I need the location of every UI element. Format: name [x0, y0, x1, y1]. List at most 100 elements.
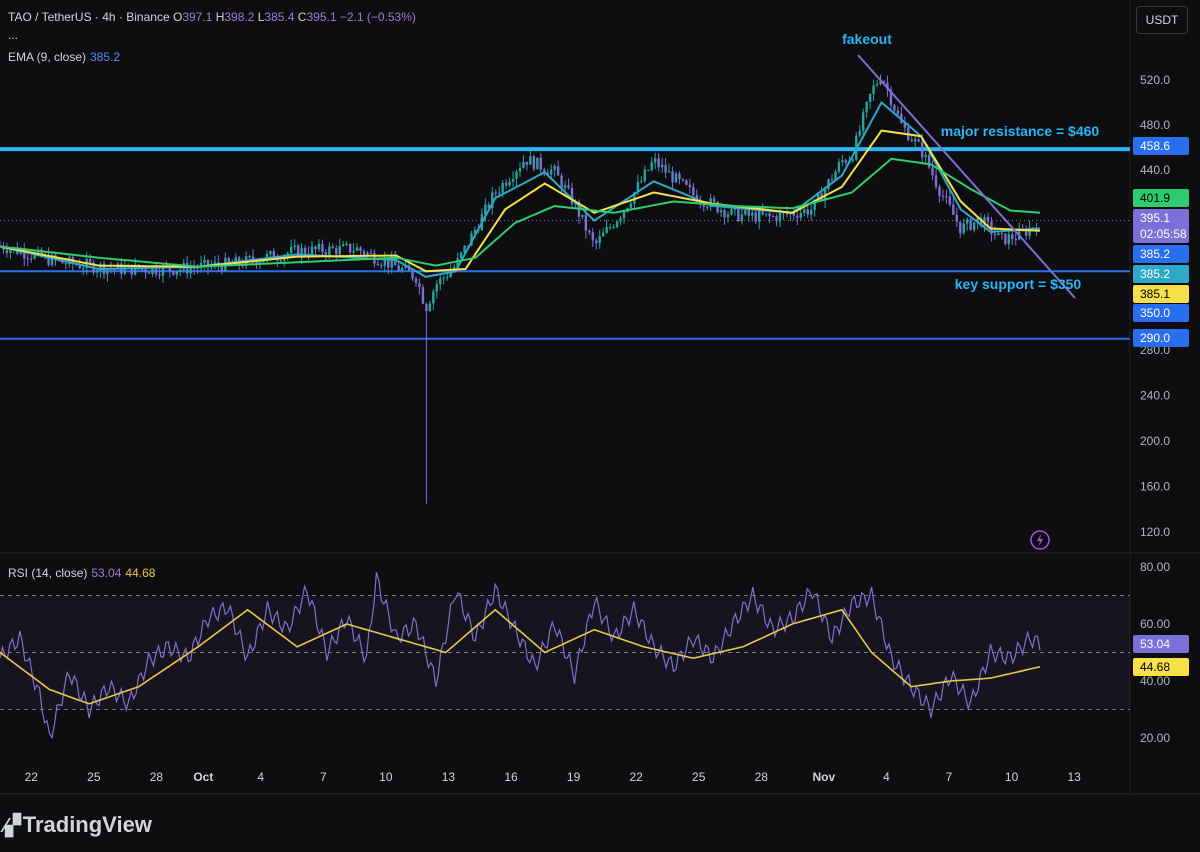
- x-tick-label: 7: [946, 770, 953, 784]
- candle-body: [352, 250, 355, 253]
- candle-body: [712, 198, 716, 202]
- price-label-text: 401.9: [1140, 191, 1170, 205]
- candle-body: [920, 141, 924, 158]
- candle-body: [439, 278, 442, 285]
- candle-body: [723, 210, 726, 218]
- candle-body: [567, 185, 570, 188]
- x-tick-label: 10: [379, 770, 393, 784]
- symbol-title[interactable]: TAO / TetherUS · 4h · Binance: [8, 10, 170, 24]
- candle-body: [744, 210, 747, 215]
- candle-body: [504, 182, 508, 186]
- candle-body: [934, 175, 938, 187]
- candle-body: [338, 245, 341, 255]
- candle-body: [1004, 233, 1007, 244]
- candle-body: [643, 169, 646, 182]
- candle-body: [955, 214, 958, 222]
- candle-body: [501, 182, 504, 193]
- y-tick-label: 480.0: [1140, 118, 1170, 132]
- candle-body: [369, 252, 373, 254]
- candle-body: [498, 192, 501, 194]
- candle-body: [529, 156, 532, 165]
- candle-body: [459, 252, 463, 259]
- candle-body: [303, 247, 307, 254]
- annotation-label[interactable]: key support = $350: [955, 276, 1082, 292]
- y-tick-label: 520.0: [1140, 73, 1170, 87]
- candle-body: [522, 161, 525, 168]
- candle-body: [837, 162, 841, 172]
- tradingview-mark-icon: ⁄▞: [4, 814, 21, 837]
- rsi-label: RSI (14, close): [8, 566, 88, 580]
- x-tick-label: 10: [1005, 770, 1019, 784]
- price-label-text: 385.1: [1140, 287, 1170, 301]
- ema-legend[interactable]: EMA (9, close) 385.2: [8, 50, 120, 64]
- candle-body: [192, 267, 196, 269]
- candle-body: [629, 203, 633, 209]
- candle-body: [553, 166, 556, 170]
- candle-body: [421, 287, 425, 304]
- x-tick-label: 22: [629, 770, 643, 784]
- candle-body: [664, 164, 667, 173]
- candle-body: [317, 243, 321, 250]
- candle-body: [650, 162, 653, 171]
- candle-body: [608, 227, 612, 229]
- ema-value: 385.2: [90, 50, 121, 64]
- candle-body: [598, 236, 601, 244]
- candle-body: [380, 265, 383, 267]
- symbol-legend[interactable]: TAO / TetherUS · 4h · Binance O397.1 H39…: [8, 10, 416, 24]
- candle-body: [730, 209, 733, 215]
- candle-body: [179, 269, 182, 272]
- candle-body: [754, 212, 757, 222]
- candle-body: [872, 85, 875, 94]
- candle-body: [446, 277, 449, 279]
- candle-body: [647, 169, 650, 171]
- x-tick-label: 13: [442, 770, 456, 784]
- candle-body: [1014, 239, 1017, 241]
- candle-body: [844, 160, 848, 163]
- candle-body: [927, 155, 931, 168]
- candle-body: [657, 158, 660, 168]
- x-tick-label: 25: [692, 770, 706, 784]
- annotation-label[interactable]: major resistance = $460: [941, 123, 1100, 139]
- candle-body: [692, 187, 695, 196]
- candle-body: [726, 214, 730, 218]
- price-label-text: 290.0: [1140, 331, 1170, 345]
- currency-button[interactable]: USDT: [1136, 6, 1188, 34]
- candle-body: [893, 105, 896, 111]
- candle-body: [868, 93, 872, 102]
- candle-body: [172, 270, 175, 275]
- x-tick-label: 4: [883, 770, 890, 784]
- tradingview-logo[interactable]: ⁄▞ TradingView: [4, 812, 152, 838]
- candle-body: [144, 269, 147, 273]
- candle-body: [560, 175, 563, 189]
- candle-body: [619, 218, 622, 222]
- candle-body: [276, 259, 279, 261]
- candle-body: [858, 130, 861, 136]
- candle-body: [158, 274, 161, 276]
- chart-canvas: 22 25 28 Oct 4 7 10 13 16 19 22 25 28 Nov 4 7 10 13 520.0 4…: [0, 0, 1200, 852]
- candle-body: [758, 210, 761, 222]
- candle-body: [685, 180, 688, 185]
- candle-body: [875, 83, 879, 86]
- annotation-label[interactable]: fakeout: [842, 31, 892, 47]
- candle-body: [324, 252, 328, 255]
- candle-body: [366, 252, 369, 255]
- candle-body: [359, 247, 362, 252]
- candle-body: [362, 251, 366, 255]
- candle-body: [1007, 234, 1010, 244]
- candle-body: [931, 167, 934, 176]
- candle-body: [997, 233, 1000, 236]
- x-tick-label: 19: [567, 770, 581, 784]
- rsi-legend[interactable]: RSI (14, close) 53.04 44.68: [8, 566, 155, 580]
- candle-body: [751, 212, 754, 216]
- candle-body: [248, 256, 251, 258]
- candle-body: [435, 284, 438, 292]
- candle-body: [910, 140, 913, 142]
- candle-body: [959, 221, 962, 234]
- x-tick-label: 7: [320, 770, 327, 784]
- more-indicators-button[interactable]: ...: [8, 28, 18, 42]
- candle-body: [674, 173, 678, 183]
- candle-body: [615, 221, 619, 228]
- candle-body: [64, 263, 68, 265]
- candle-body: [747, 210, 750, 216]
- candle-body: [865, 101, 868, 113]
